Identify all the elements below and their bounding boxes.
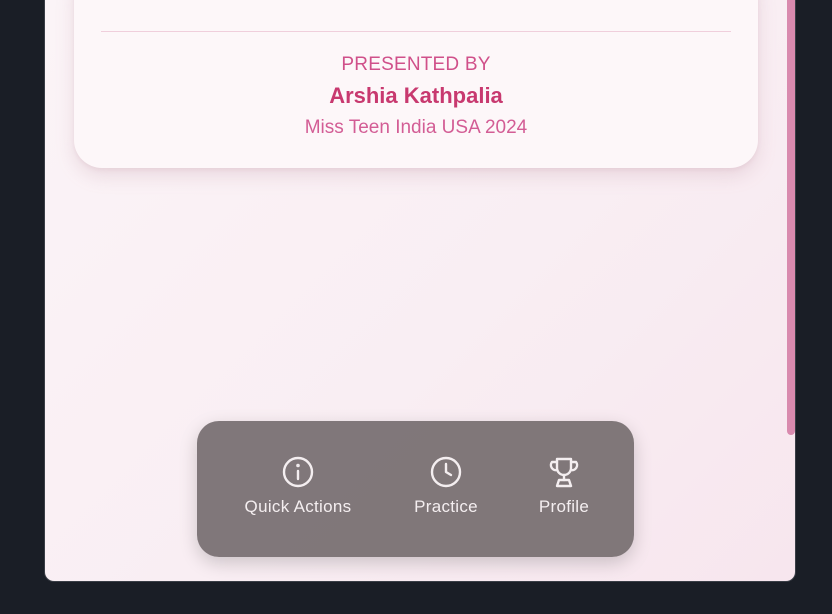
nav-label-quick-actions: Quick Actions [244, 497, 352, 516]
nav-label-profile: Profile [538, 497, 590, 516]
presenter-name: Arshia Kathpalia [329, 83, 503, 108]
nav-item-quick-actions[interactable]: Quick Actions [239, 455, 357, 517]
bottom-nav-bar: Quick Actions Practice Profile [197, 421, 634, 557]
nav-item-profile[interactable]: Profile [536, 455, 592, 517]
nav-item-practice[interactable]: Practice [409, 455, 483, 517]
card-divider [101, 31, 731, 32]
info-icon [239, 455, 357, 489]
clock-icon [409, 455, 483, 489]
scrollbar[interactable] [787, 0, 795, 435]
trophy-icon [536, 455, 592, 489]
app-window: PRESENTED BY Arshia Kathpalia Miss Teen … [44, 0, 796, 582]
nav-label-practice: Practice [414, 497, 478, 516]
presenter-card: PRESENTED BY Arshia Kathpalia Miss Teen … [74, 0, 758, 168]
presenter-title: Miss Teen India USA 2024 [304, 117, 528, 138]
presented-by-label: PRESENTED BY [341, 54, 491, 75]
